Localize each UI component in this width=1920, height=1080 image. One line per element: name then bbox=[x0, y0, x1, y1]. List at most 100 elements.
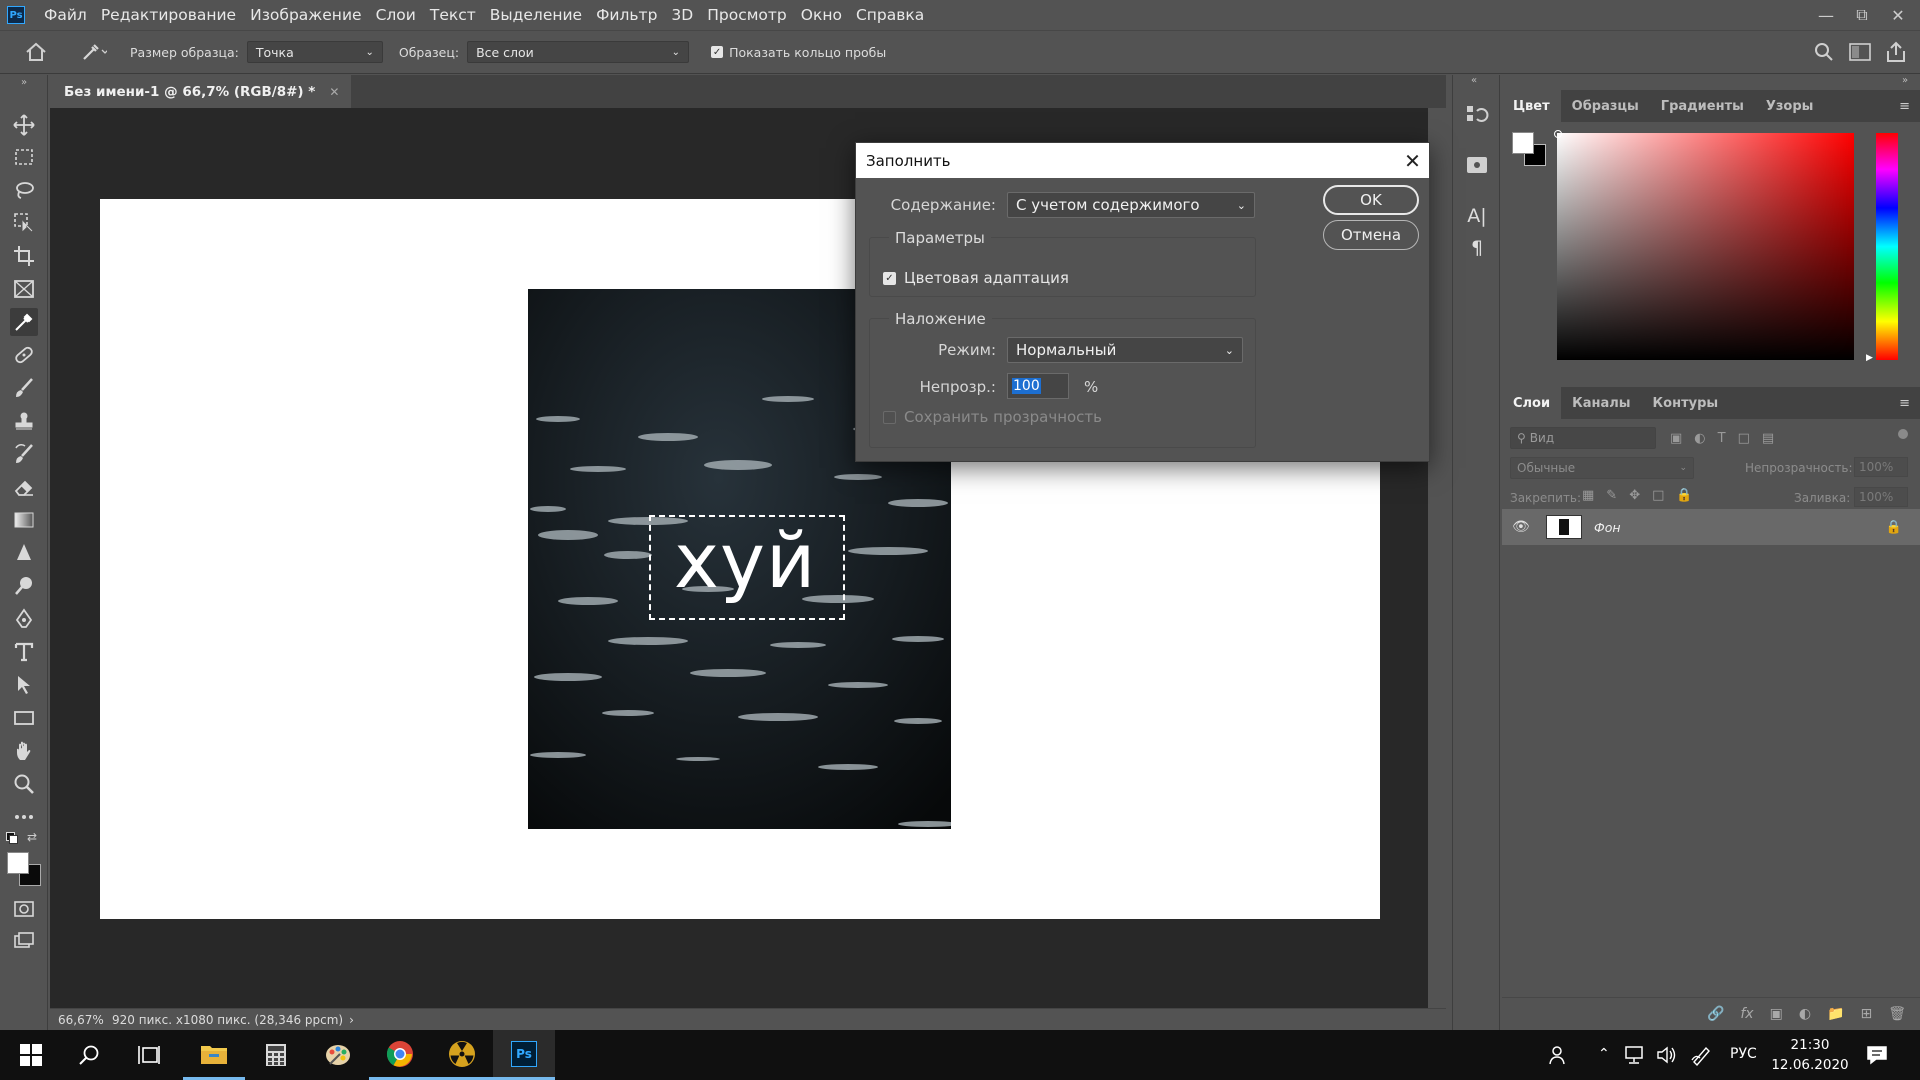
share-icon[interactable] bbox=[1878, 41, 1914, 63]
blend-mode-select[interactable]: Обычные ⌄ bbox=[1510, 457, 1694, 479]
object-selection-tool-icon[interactable] bbox=[10, 209, 38, 237]
frame-tool-icon[interactable] bbox=[10, 275, 38, 303]
link-layers-icon[interactable]: 🔗 bbox=[1707, 1006, 1724, 1022]
delete-layer-icon[interactable]: 🗑 bbox=[1888, 1006, 1906, 1022]
menu-image[interactable]: Изображение bbox=[243, 6, 368, 24]
blur-tool-icon[interactable] bbox=[10, 539, 38, 567]
lock-icon[interactable]: 🔒 bbox=[1886, 520, 1902, 535]
color-adapt-checkbox[interactable]: ✓ bbox=[883, 271, 896, 285]
paragraph-panel-icon[interactable]: ¶ bbox=[1463, 237, 1491, 261]
chevron-right-icon[interactable]: › bbox=[349, 1013, 354, 1027]
layer-name[interactable]: Фон bbox=[1594, 520, 1621, 535]
home-icon[interactable] bbox=[18, 37, 54, 67]
volume-icon[interactable] bbox=[1656, 1045, 1678, 1069]
tab-gradients[interactable]: Градиенты bbox=[1650, 90, 1755, 122]
tab-layers[interactable]: Слои bbox=[1502, 387, 1562, 419]
lock-transparent-icon[interactable]: ▦ bbox=[1582, 488, 1594, 503]
history-brush-tool-icon[interactable] bbox=[10, 440, 38, 468]
foreground-color-swatch[interactable] bbox=[7, 852, 29, 874]
collapse-icons-icon[interactable]: « bbox=[1471, 75, 1477, 86]
color-panel-swatches[interactable] bbox=[1512, 132, 1546, 166]
opacity-input[interactable]: 100 bbox=[1007, 373, 1069, 399]
add-mask-icon[interactable]: ▣ bbox=[1770, 1006, 1783, 1022]
dodge-tool-icon[interactable] bbox=[10, 572, 38, 600]
panel-menu-icon[interactable]: ≡ bbox=[1899, 99, 1910, 114]
hue-slider-handle[interactable]: ▶ bbox=[1866, 353, 1873, 363]
tab-channels[interactable]: Каналы bbox=[1561, 387, 1641, 419]
filter-pixel-icon[interactable]: ▣ bbox=[1670, 431, 1682, 446]
path-selection-tool-icon[interactable] bbox=[10, 671, 38, 699]
quick-mask-icon[interactable] bbox=[10, 895, 38, 923]
lock-all-icon[interactable]: 🔒 bbox=[1676, 488, 1692, 503]
fill-field[interactable]: 100% bbox=[1854, 487, 1908, 507]
search-icon[interactable] bbox=[58, 1030, 120, 1080]
tab-color[interactable]: Цвет bbox=[1502, 90, 1561, 122]
document-tab[interactable]: Без имени-1 @ 66,7% (RGB/8#) * ✕ bbox=[50, 75, 352, 108]
lock-pixels-icon[interactable]: ✎ bbox=[1606, 488, 1617, 503]
collapse-panel-icon[interactable]: » bbox=[10, 75, 38, 89]
visibility-eye-icon[interactable]: 👁 bbox=[1512, 519, 1536, 535]
tab-paths[interactable]: Контуры bbox=[1642, 387, 1730, 419]
show-ring-checkbox[interactable]: ✓ bbox=[711, 46, 724, 58]
people-icon[interactable] bbox=[1548, 1044, 1570, 1070]
lock-position-icon[interactable]: ✥ bbox=[1629, 488, 1640, 503]
eyedropper-tool-preset-icon[interactable] bbox=[74, 37, 114, 67]
layer-filter-select[interactable]: ⚲ Вид bbox=[1510, 427, 1656, 449]
menu-select[interactable]: Выделение bbox=[483, 6, 589, 24]
lock-artboard-icon[interactable]: □ bbox=[1652, 488, 1664, 503]
adjustment-layer-icon[interactable]: ◐ bbox=[1799, 1006, 1811, 1022]
move-tool-icon[interactable] bbox=[10, 111, 38, 139]
network-icon[interactable] bbox=[1623, 1045, 1645, 1069]
tab-patterns[interactable]: Узоры bbox=[1755, 90, 1825, 122]
close-tab-icon[interactable]: ✕ bbox=[329, 85, 339, 99]
healing-brush-tool-icon[interactable] bbox=[10, 341, 38, 369]
rectangle-tool-icon[interactable] bbox=[10, 704, 38, 732]
sample-select[interactable]: Все слои ⌄ bbox=[467, 41, 690, 63]
content-select[interactable]: С учетом содержимого ⌄ bbox=[1007, 192, 1255, 218]
paint-3d-icon[interactable] bbox=[307, 1030, 369, 1080]
menu-file[interactable]: Файл bbox=[37, 6, 94, 24]
photoshop-taskbar-icon[interactable]: Ps bbox=[493, 1030, 555, 1080]
foreground-color-swatch[interactable] bbox=[1512, 132, 1534, 154]
chevron-up-icon[interactable]: ⌃ bbox=[1598, 1046, 1610, 1062]
color-field[interactable] bbox=[1557, 133, 1854, 360]
vertical-scrollbar[interactable] bbox=[1428, 108, 1446, 1008]
notifications-icon[interactable] bbox=[1866, 1044, 1888, 1070]
language-indicator[interactable]: РУС bbox=[1730, 1046, 1757, 1062]
file-explorer-icon[interactable] bbox=[183, 1030, 245, 1080]
close-window-icon[interactable]: ✕ bbox=[1880, 0, 1916, 30]
crop-tool-icon[interactable] bbox=[10, 242, 38, 270]
marquee-tool-icon[interactable] bbox=[10, 143, 38, 171]
character-panel-icon[interactable]: A| bbox=[1463, 205, 1491, 229]
zoom-level[interactable]: 66,67% bbox=[58, 1013, 108, 1027]
start-button-icon[interactable] bbox=[0, 1030, 62, 1080]
tab-swatches[interactable]: Образцы bbox=[1561, 90, 1650, 122]
menu-help[interactable]: Справка bbox=[849, 6, 931, 24]
hand-tool-icon[interactable] bbox=[10, 737, 38, 765]
history-panel-icon[interactable] bbox=[1463, 103, 1491, 127]
document-info[interactable]: 920 пикс. x1080 пикс. (28,346 ppcm) bbox=[112, 1013, 343, 1027]
libraries-panel-icon[interactable] bbox=[1463, 153, 1491, 177]
preserve-label[interactable]: Сохранить прозрачность bbox=[904, 408, 1102, 426]
swap-colors-icon[interactable]: ⇄ bbox=[27, 830, 37, 844]
menu-layers[interactable]: Слои bbox=[369, 6, 423, 24]
clone-stamp-tool-icon[interactable] bbox=[10, 407, 38, 435]
chrome-icon[interactable] bbox=[369, 1030, 431, 1080]
menu-3d[interactable]: 3D bbox=[664, 6, 700, 24]
task-view-icon[interactable] bbox=[118, 1030, 180, 1080]
new-layer-icon[interactable]: ⊞ bbox=[1860, 1006, 1872, 1022]
filter-type-icon[interactable]: T bbox=[1718, 431, 1726, 446]
pen-tool-icon[interactable] bbox=[10, 605, 38, 633]
pen-input-icon[interactable] bbox=[1690, 1044, 1712, 1070]
zoom-tool-icon[interactable] bbox=[10, 770, 38, 798]
minimize-icon[interactable]: — bbox=[1808, 0, 1844, 30]
filter-smart-icon[interactable]: ▤ bbox=[1762, 431, 1774, 446]
cancel-button[interactable]: Отмена bbox=[1323, 220, 1419, 250]
color-swatches[interactable] bbox=[7, 852, 43, 888]
layer-style-icon[interactable]: fx bbox=[1740, 1006, 1753, 1022]
more-tools-icon[interactable] bbox=[10, 803, 38, 831]
hue-slider[interactable] bbox=[1876, 133, 1898, 360]
menu-window[interactable]: Окно bbox=[794, 6, 849, 24]
menu-view[interactable]: Просмотр bbox=[700, 6, 794, 24]
panel-menu-icon[interactable]: ≡ bbox=[1899, 396, 1910, 411]
